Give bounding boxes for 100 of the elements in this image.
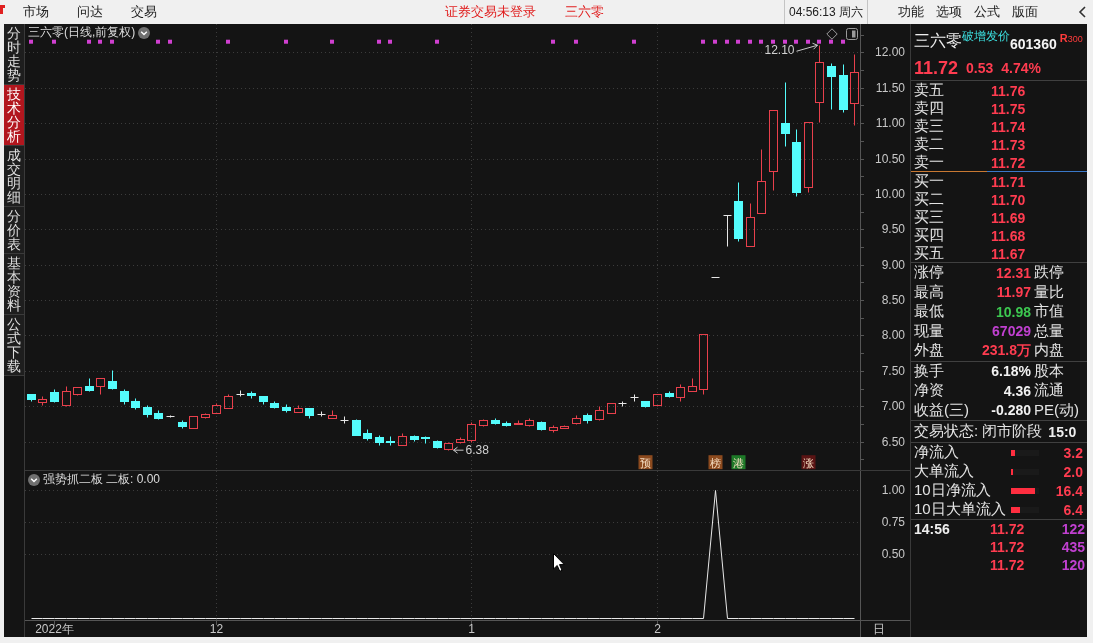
stat-label: 最高 <box>914 282 945 302</box>
candlestick <box>108 370 117 390</box>
annotation-arrow <box>453 446 464 454</box>
candlestick <box>607 403 616 414</box>
candlestick <box>595 406 604 421</box>
candlestick <box>270 401 279 409</box>
y-axis-label: 7.00 <box>881 399 905 414</box>
side-tab[interactable]: 技术分析 <box>4 85 24 146</box>
stock-tag: 破增发价 <box>962 28 1010 45</box>
candlestick <box>757 149 766 214</box>
trade-volume: 120 <box>1060 557 1086 573</box>
flow-label: 10日净流入 <box>914 481 992 500</box>
x-axis-label: 2022年 <box>35 622 74 636</box>
candlestick <box>827 63 836 110</box>
candlestick <box>676 384 685 402</box>
stat-label: 收益(三) <box>914 400 970 420</box>
trade-volume: 122 <box>1060 521 1086 537</box>
side-tab[interactable]: 基本资料 <box>4 254 24 315</box>
candlestick <box>456 437 465 444</box>
candlestick <box>189 416 198 429</box>
toolbar-menu[interactable]: 版面 <box>1012 3 1038 21</box>
period-selector[interactable]: 日 <box>873 622 885 636</box>
stat-label: 最低 <box>914 302 945 322</box>
event-tag: 港 <box>731 455 746 470</box>
y-axis-label: 0.75 <box>881 515 905 530</box>
flow-value: 16.4 <box>1054 482 1084 499</box>
order-price: 11.72 <box>991 154 1027 171</box>
login-status[interactable]: 证券交易未登录 <box>445 3 536 21</box>
order-level-label: 买三 <box>914 208 945 227</box>
y-axis-label: 11.50 <box>875 80 905 95</box>
side-tab[interactable]: 成交明细 <box>4 146 24 207</box>
stat-label: 流通 <box>1034 381 1065 401</box>
order-price: 11.69 <box>991 209 1027 226</box>
side-tab[interactable]: 分时走势 <box>4 24 24 85</box>
order-level-label: 买五 <box>914 244 945 263</box>
toolbar-menu[interactable]: 公式 <box>974 3 1000 21</box>
stat-label: 跌停 <box>1034 263 1065 283</box>
y-axis-label: 0.50 <box>881 547 905 562</box>
candlestick <box>433 440 442 449</box>
toolbar-menu[interactable]: 功能 <box>898 3 924 21</box>
candlestick <box>363 429 372 441</box>
toolbar-menu[interactable]: 选项 <box>936 3 962 21</box>
stat-label: 外盘 <box>914 341 945 361</box>
y-axis-label: 9.00 <box>881 257 905 272</box>
candlestick <box>804 122 813 193</box>
dropdown-icon[interactable] <box>28 473 40 486</box>
trade-price: 11.72 <box>990 521 1026 537</box>
order-level-label: 买二 <box>914 190 945 209</box>
stat-label: 涨停 <box>914 263 945 283</box>
chart-title: 三六零(日线,前复权) <box>28 26 136 39</box>
y-axis-label: 1.00 <box>881 483 905 498</box>
side-tab[interactable]: 公式下载 <box>4 315 24 376</box>
candlestick <box>131 398 140 410</box>
menu-item[interactable]: 问达 <box>77 3 103 21</box>
candlestick <box>201 413 210 419</box>
candlestick <box>665 391 674 398</box>
candlestick <box>166 415 175 418</box>
candlestick <box>560 425 569 429</box>
order-level-label: 卖一 <box>914 153 945 172</box>
candlestick <box>746 203 755 247</box>
side-tab[interactable]: 分价表 <box>4 207 24 254</box>
diamond-icon[interactable] <box>826 28 838 40</box>
y-axis-label: 12.00 <box>874 45 905 60</box>
y-axis-label: 11.00 <box>875 116 905 131</box>
stock-name: 三六零 <box>565 3 604 21</box>
candlestick <box>375 435 384 446</box>
candlestick <box>723 215 732 247</box>
trade-volume: 435 <box>1060 539 1086 555</box>
app-icon <box>0 5 5 14</box>
candlestick <box>154 410 163 420</box>
stat-value: -0.280 <box>990 402 1031 419</box>
indicator-reading: 二板: 0.00 <box>106 473 161 486</box>
stat-label: 净资 <box>914 381 945 401</box>
y-axis-label: 10.00 <box>874 186 905 201</box>
mouse-pointer-icon <box>553 553 565 572</box>
menu-item[interactable]: 市场 <box>23 3 49 21</box>
candlestick <box>479 419 488 427</box>
menu-item[interactable]: 交易 <box>131 3 157 21</box>
stock-name: 三六零 <box>914 32 962 51</box>
panel-toggle-icon[interactable] <box>846 28 858 40</box>
candlestick <box>688 378 697 392</box>
percent-change: 4.74% <box>1001 60 1041 76</box>
order-price: 11.70 <box>991 191 1027 208</box>
order-price: 11.75 <box>991 100 1027 117</box>
candlestick <box>259 396 268 405</box>
chevron-left-icon[interactable] <box>1078 6 1086 18</box>
candlestick <box>247 391 256 399</box>
dropdown-icon[interactable] <box>138 26 151 39</box>
candlestick <box>143 405 152 418</box>
stat-value: 4.36 <box>1002 382 1031 399</box>
stat-label: 内盘 <box>1034 341 1065 361</box>
order-price: 11.74 <box>991 118 1027 135</box>
candlestick <box>224 394 233 409</box>
flow-label: 10日大单流入 <box>914 500 1007 519</box>
trade-status: 交易状态: 闭市阶段 <box>914 422 1043 441</box>
indicator-name: 强势抓二板 <box>43 473 103 486</box>
stat-value: 231.8万 <box>980 341 1031 360</box>
candlestick <box>294 405 303 413</box>
candlestick <box>618 401 627 407</box>
candlestick <box>305 408 314 419</box>
